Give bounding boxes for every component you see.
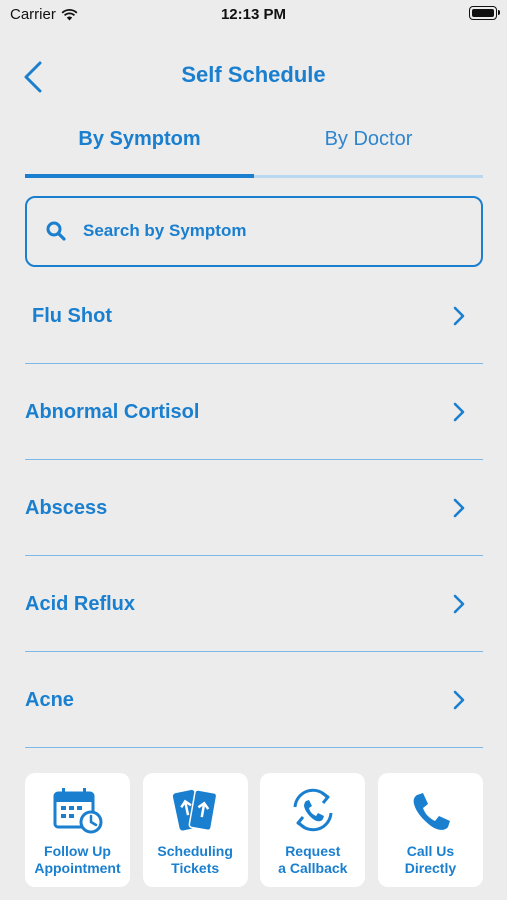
card-label: Scheduling Tickets xyxy=(143,843,248,877)
card-label: Follow Up Appointment xyxy=(25,843,130,877)
list-item[interactable]: Abnormal Cortisol xyxy=(25,364,483,460)
chevron-right-icon xyxy=(453,306,465,326)
list-item-label: Abscess xyxy=(25,497,108,519)
tab-bar: By Symptom By Doctor xyxy=(25,120,483,180)
battery-icon xyxy=(469,6,500,20)
list-item-label: Acne xyxy=(25,689,74,711)
tab-indicator xyxy=(25,174,254,178)
card-label-line2: a Callback xyxy=(278,860,348,876)
scheduling-tickets-button[interactable]: Scheduling Tickets xyxy=(142,773,248,887)
list-item-label: Flu Shot xyxy=(32,305,112,327)
request-callback-button[interactable]: Request a Callback xyxy=(260,773,366,887)
card-label-line2: Directly xyxy=(404,860,457,876)
search-placeholder: Search by Symptom xyxy=(83,221,247,240)
tab-by-symptom[interactable]: By Symptom xyxy=(25,128,254,151)
search-icon xyxy=(46,221,66,241)
card-label: Call Us Directly xyxy=(378,843,483,877)
callback-phone-icon xyxy=(293,788,333,832)
page-title: Self Schedule xyxy=(181,62,326,87)
chevron-right-icon xyxy=(453,498,465,518)
list-item-label: Abnormal Cortisol xyxy=(25,401,200,423)
tab-by-doctor[interactable]: By Doctor xyxy=(254,128,483,151)
list-item[interactable]: Acne xyxy=(25,652,483,748)
card-label-line1: Request xyxy=(285,843,341,859)
card-label-line2: Tickets xyxy=(171,860,220,876)
call-us-directly-button[interactable]: Call Us Directly xyxy=(377,773,483,887)
card-label: Request a Callback xyxy=(260,843,365,877)
chevron-right-icon xyxy=(453,402,465,422)
symptom-list: Flu Shot Abnormal Cortisol Abscess Acid … xyxy=(25,268,483,748)
quick-actions: Follow Up Appointment Scheduling Tickets xyxy=(25,773,483,887)
list-item[interactable]: Flu Shot xyxy=(25,268,483,364)
clock: 12:13 PM xyxy=(220,6,287,23)
card-label-line1: Call Us xyxy=(406,843,455,859)
nav-bar: Self Schedule xyxy=(0,50,507,100)
list-item[interactable]: Acid Reflux xyxy=(25,556,483,652)
card-label-line1: Follow Up xyxy=(44,843,111,859)
card-label-line1: Scheduling xyxy=(157,843,233,859)
status-bar: Carrier 12:13 PM xyxy=(0,0,507,30)
chevron-right-icon xyxy=(453,594,465,614)
tickets-icon xyxy=(173,789,218,832)
list-item-label: Acid Reflux xyxy=(25,593,136,615)
calendar-clock-icon xyxy=(53,788,102,834)
list-item[interactable]: Abscess xyxy=(25,460,483,556)
chevron-right-icon xyxy=(453,690,465,710)
card-label-line2: Appointment xyxy=(34,860,121,876)
search-input[interactable]: Search by Symptom xyxy=(25,196,483,267)
follow-up-appointment-button[interactable]: Follow Up Appointment xyxy=(25,773,130,887)
phone-icon xyxy=(414,793,451,830)
